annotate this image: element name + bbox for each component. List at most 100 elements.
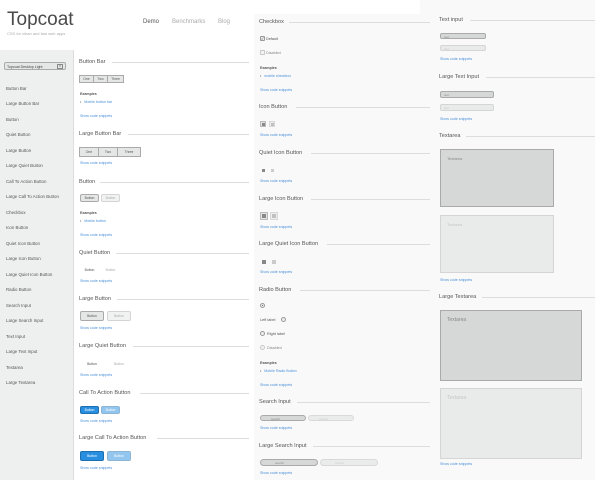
textarea[interactable]: Textarea xyxy=(440,149,554,207)
nav-benchmarks[interactable]: Benchmarks xyxy=(172,19,205,25)
sidebar-item-checkbox[interactable]: Checkbox xyxy=(6,210,26,215)
example-link[interactable]: mobile checkbox xyxy=(260,74,291,78)
button-bar-item[interactable]: Three xyxy=(117,147,141,157)
show-code-link[interactable]: Show code snippets xyxy=(80,326,112,330)
large-button-disabled[interactable]: Button xyxy=(107,311,131,321)
show-code-link[interactable]: Show code snippets xyxy=(80,419,112,423)
divider xyxy=(112,62,249,63)
sidebar-item-quiet-icon-button[interactable]: Quiet Icon Button xyxy=(6,241,40,246)
sidebar-item-large-button-bar[interactable]: Large Button Bar xyxy=(6,101,39,106)
examples-label: Examples xyxy=(80,211,97,215)
quiet-icon-button-disabled[interactable] xyxy=(269,167,275,173)
radio-disabled[interactable] xyxy=(260,345,265,350)
text-input-disabled[interactable]: text xyxy=(440,45,486,51)
nav-demo[interactable]: Demo xyxy=(143,19,159,25)
large-text-input-disabled[interactable]: text xyxy=(440,104,494,111)
large-search-input-disabled[interactable]: search xyxy=(320,459,378,466)
show-code-link[interactable]: Show code snippets xyxy=(440,57,472,61)
button-bar-item[interactable]: Two xyxy=(93,75,108,83)
large-quiet-icon-button-disabled[interactable] xyxy=(270,258,278,266)
show-code-link[interactable]: Show code snippets xyxy=(260,88,292,92)
checkbox-checked[interactable]: ✓ xyxy=(260,36,265,41)
large-quiet-icon-button[interactable] xyxy=(260,258,268,266)
example-link[interactable]: Mobile button bar xyxy=(80,100,112,104)
radio-selected[interactable] xyxy=(260,303,265,308)
divider xyxy=(313,446,430,447)
menu-icon xyxy=(262,169,265,172)
sidebar-item-button-bar[interactable]: Button Bar xyxy=(6,86,27,91)
sidebar-item-quiet-button[interactable]: Quiet Button xyxy=(6,132,30,137)
show-code-link[interactable]: Show code snippets xyxy=(440,462,472,466)
cta-button-disabled[interactable]: Button xyxy=(101,406,120,414)
show-code-link[interactable]: Show code snippets xyxy=(80,466,112,470)
sidebar-item-large-quiet-icon-button[interactable]: Large Quiet Icon Button xyxy=(6,272,52,277)
large-cta-button[interactable]: Button xyxy=(80,451,104,461)
button-bar-item[interactable]: Three xyxy=(107,75,124,83)
show-code-link[interactable]: Show code snippets xyxy=(80,373,112,377)
sidebar-item-search-input[interactable]: Search Input xyxy=(6,303,31,308)
divider xyxy=(486,77,595,78)
sidebar-item-button[interactable]: Button xyxy=(6,117,19,122)
sidebar-item-large-search-input[interactable]: Large Search Input xyxy=(6,318,43,323)
sidebar-item-large-cta-button[interactable]: Large Call To Action Button xyxy=(6,194,59,199)
quiet-icon-button[interactable] xyxy=(260,167,266,173)
show-code-link[interactable]: Show code snippets xyxy=(260,471,292,475)
sidebar-item-large-quiet-button[interactable]: Large Quiet Button xyxy=(6,163,43,168)
button-disabled[interactable]: Button xyxy=(101,194,120,202)
checkbox-disabled[interactable] xyxy=(260,50,265,55)
text-input[interactable]: text xyxy=(440,33,486,39)
large-textarea[interactable]: Textarea xyxy=(440,310,582,381)
sidebar-item-large-icon-button[interactable]: Large Icon Button xyxy=(6,256,41,261)
large-quiet-button-disabled[interactable]: Button xyxy=(107,359,131,369)
divider xyxy=(482,297,595,298)
show-code-link[interactable]: Show code snippets xyxy=(80,114,112,118)
brand-title[interactable]: Topcoat xyxy=(7,9,74,31)
large-button[interactable]: Button xyxy=(80,311,104,321)
theme-select[interactable]: Topcoat Desktop Light ▾ xyxy=(4,62,66,70)
button-bar-item[interactable]: Two xyxy=(98,147,118,157)
large-search-input[interactable]: search xyxy=(260,459,318,466)
sidebar-item-text-input[interactable]: Text Input xyxy=(6,334,25,339)
show-code-link[interactable]: Show code snippets xyxy=(260,270,292,274)
sidebar-item-large-text-input[interactable]: Large Text Input xyxy=(6,349,37,354)
show-code-link[interactable]: Show code snippets xyxy=(260,133,292,137)
quiet-button-disabled[interactable]: Button xyxy=(101,266,120,274)
quiet-button[interactable]: Button xyxy=(80,266,99,274)
show-code-link[interactable]: Show code snippets xyxy=(260,225,292,229)
example-link[interactable]: Mobile Radio Button xyxy=(260,369,296,373)
large-icon-button[interactable] xyxy=(260,212,268,220)
button-bar-item[interactable]: One xyxy=(79,75,94,83)
sidebar-item-textarea[interactable]: Textarea xyxy=(6,365,23,370)
sidebar-item-icon-button[interactable]: Icon Button xyxy=(6,225,28,230)
sidebar-item-large-button[interactable]: Large Button xyxy=(6,148,31,153)
search-input-disabled[interactable]: search xyxy=(308,415,354,421)
example-link[interactable]: Mobile button xyxy=(80,219,106,223)
show-code-link[interactable]: Show code snippets xyxy=(260,383,292,387)
large-textarea-disabled[interactable]: Textarea xyxy=(440,388,582,459)
large-cta-button-disabled[interactable]: Button xyxy=(107,451,131,461)
large-text-input[interactable]: text xyxy=(440,91,494,98)
show-code-link[interactable]: Show code snippets xyxy=(260,426,292,430)
checkbox-label: Default xyxy=(266,37,279,41)
radio-button[interactable] xyxy=(260,331,265,336)
cta-button[interactable]: Button xyxy=(80,406,99,414)
large-quiet-button[interactable]: Button xyxy=(80,359,104,369)
large-icon-button-disabled[interactable] xyxy=(270,212,278,220)
search-input[interactable]: search xyxy=(260,415,306,421)
show-code-link[interactable]: Show code snippets xyxy=(440,117,472,121)
nav-blog[interactable]: Blog xyxy=(218,19,230,25)
show-code-link[interactable]: Show code snippets xyxy=(80,233,112,237)
sidebar-item-radio-button[interactable]: Radio Button xyxy=(6,287,31,292)
button-bar-item[interactable]: One xyxy=(79,147,99,157)
show-code-link[interactable]: Show code snippets xyxy=(260,179,292,183)
show-code-link[interactable]: Show code snippets xyxy=(80,161,112,165)
button[interactable]: Button xyxy=(80,194,99,202)
icon-button[interactable] xyxy=(260,121,266,127)
sidebar-item-large-textarea[interactable]: Large Textarea xyxy=(6,380,35,385)
textarea-disabled[interactable]: Textarea xyxy=(440,215,554,273)
radio-button[interactable] xyxy=(281,317,286,322)
sidebar-item-cta-button[interactable]: Call To Action Button xyxy=(6,179,46,184)
icon-button-disabled[interactable] xyxy=(269,121,275,127)
show-code-link[interactable]: Show code snippets xyxy=(440,278,472,282)
show-code-link[interactable]: Show code snippets xyxy=(80,279,112,283)
